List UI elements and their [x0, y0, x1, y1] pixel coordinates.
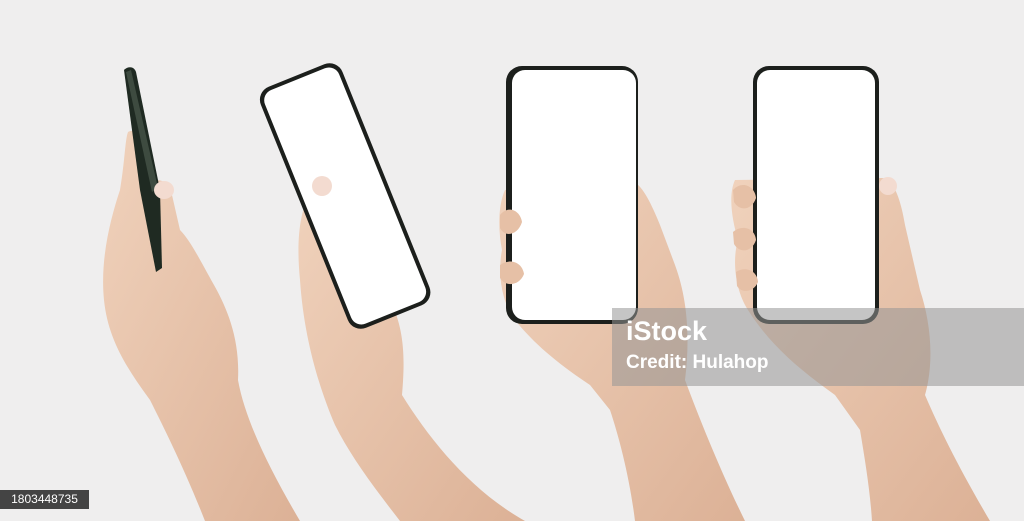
stock-id-label: 1803448735 — [0, 490, 89, 509]
photo-stage: iStock Credit: Hulahop 1803448735 — [0, 0, 1024, 521]
hand-with-phone-tilted — [259, 63, 525, 521]
hand-with-phone-side-view — [103, 67, 300, 521]
hand-with-phone-front-left — [499, 66, 745, 521]
watermark-credit: Credit: Hulahop — [626, 352, 769, 373]
hand-with-phone-front-right — [731, 66, 990, 521]
istock-watermark: iStock Credit: Hulahop — [612, 308, 1024, 386]
watermark-brand: iStock — [626, 316, 708, 346]
hands-with-phones-illustration — [103, 63, 990, 521]
